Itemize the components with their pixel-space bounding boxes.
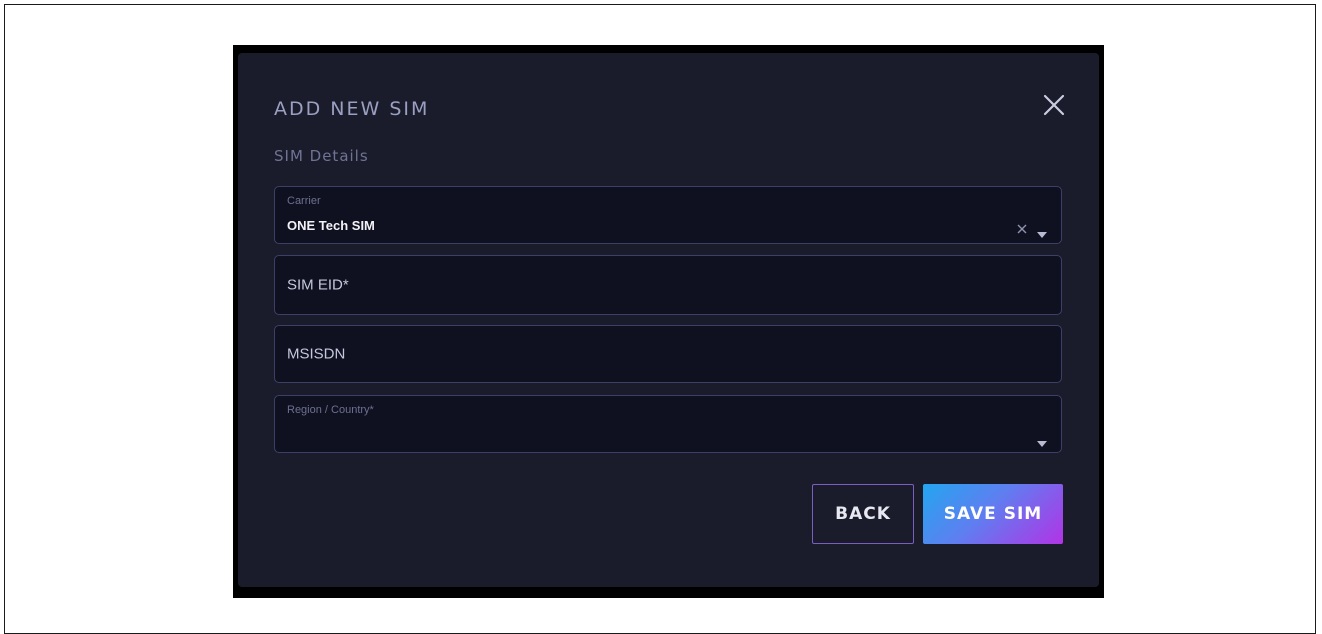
sim-eid-placeholder: SIM EID* bbox=[287, 276, 349, 294]
carrier-select[interactable]: Carrier ONE Tech SIM bbox=[274, 186, 1062, 244]
clear-icon[interactable] bbox=[1017, 219, 1027, 234]
carrier-label: Carrier bbox=[287, 195, 321, 207]
screenshot-frame: ADD NEW SIM SIM Details Carrier ONE Tech… bbox=[233, 45, 1104, 598]
caret-down-icon[interactable] bbox=[1037, 432, 1047, 447]
save-sim-button[interactable]: SAVE SIM bbox=[923, 484, 1063, 544]
close-icon bbox=[1043, 94, 1065, 116]
back-button[interactable]: BACK bbox=[812, 484, 914, 544]
close-button[interactable] bbox=[1040, 91, 1068, 119]
msisdn-placeholder: MSISDN bbox=[287, 345, 346, 363]
modal-title: ADD NEW SIM bbox=[274, 98, 430, 120]
page-frame: ADD NEW SIM SIM Details Carrier ONE Tech… bbox=[4, 4, 1316, 634]
sim-eid-input[interactable]: SIM EID* bbox=[274, 255, 1062, 315]
section-label: SIM Details bbox=[274, 147, 369, 165]
caret-down-icon[interactable] bbox=[1037, 223, 1047, 238]
msisdn-input[interactable]: MSISDN bbox=[274, 325, 1062, 383]
region-country-label: Region / Country* bbox=[287, 404, 374, 416]
add-sim-modal: ADD NEW SIM SIM Details Carrier ONE Tech… bbox=[238, 53, 1099, 587]
carrier-value: ONE Tech SIM bbox=[287, 218, 375, 233]
region-country-select[interactable]: Region / Country* bbox=[274, 395, 1062, 453]
